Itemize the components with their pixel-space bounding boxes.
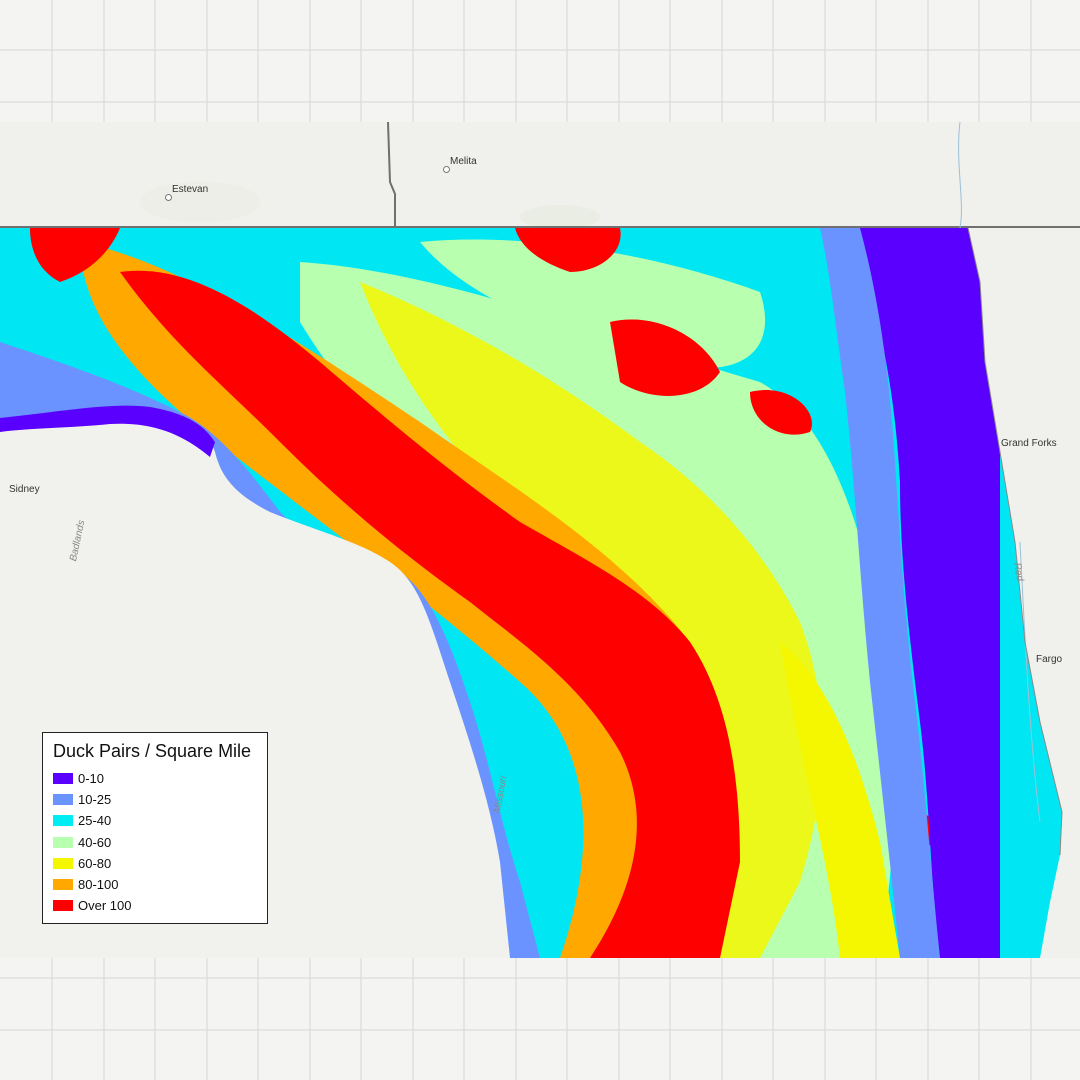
legend-swatch [53,900,73,912]
legend-label: 0-10 [78,771,105,787]
legend-swatch [53,773,73,785]
legend-label: 10-25 [78,792,112,808]
place-label-fargo: Fargo [1036,654,1063,665]
place-marker [443,166,450,173]
bottom-tile-frame [0,958,1080,1080]
place-label-estevan: Estevan [172,184,209,195]
legend-item: 0-10 [53,768,257,789]
legend-label: 60-80 [78,855,112,871]
legend-title: Duck Pairs / Square Mile [53,741,252,761]
legend-swatch [53,879,73,891]
place-label-melita: Melita [450,156,477,167]
legend-item: Over 100 [53,895,257,916]
legend-label: 40-60 [78,834,112,850]
legend-item: 60-80 [53,853,257,874]
place-label-grand-forks: Grand Forks [1001,438,1057,449]
map-legend: Duck Pairs / Square Mile 0-10 10-25 25-4… [42,732,268,924]
legend-swatch [53,794,73,806]
legend-swatch [53,836,73,848]
legend-swatch [53,815,73,827]
legend-label: 25-40 [78,813,112,829]
legend-item: 80-100 [53,874,257,895]
legend-item: 25-40 [53,810,257,831]
bottom-tile-grid [0,958,1080,1080]
legend-label: Over 100 [78,898,132,914]
legend-item: 40-60 [53,832,257,853]
top-tile-frame [0,0,1080,122]
top-tile-grid [0,0,1080,122]
place-marker [165,194,172,201]
legend-label: 80-100 [78,877,119,893]
place-label-sidney: Sidney [9,484,40,495]
legend-item: 10-25 [53,789,257,810]
legend-swatch [53,857,73,869]
